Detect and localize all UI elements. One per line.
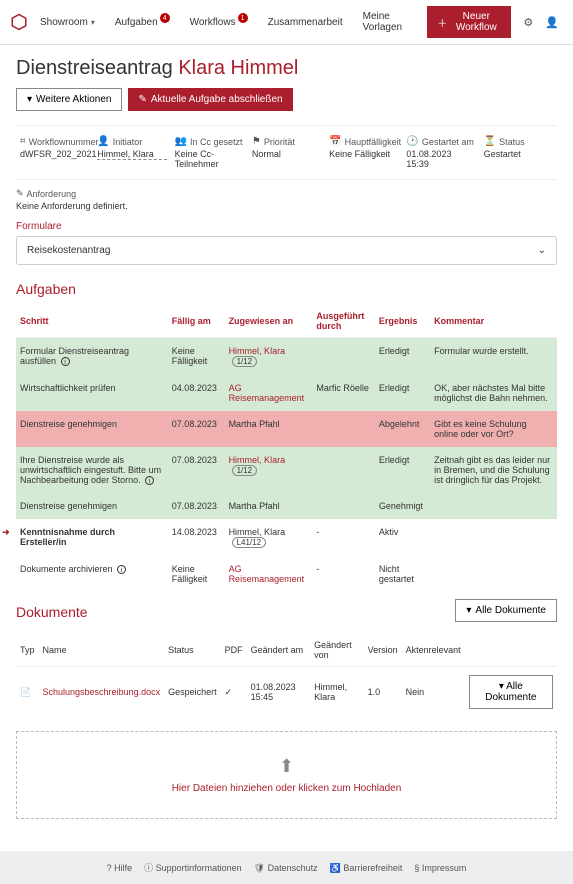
upload-dropzone[interactable]: ⬆ Hier Dateien hinziehen oder klicken zu… [16,731,557,819]
task-row[interactable]: Dienstreise genehmigen07.08.2023Martha P… [16,411,557,447]
task-row[interactable]: Dienstreise genehmigen07.08.2023Martha P… [16,493,557,519]
chevron-down-icon: ⌄ [538,245,546,256]
docs-table: TypNameStatusPDFGeändert amGeändert vonV… [16,634,557,717]
chevron-down-icon: ▾ [91,18,95,27]
badge-workflows: 1 [238,13,248,23]
info-icon: i [117,565,126,574]
user-icon[interactable]: 👤 [541,12,563,33]
nav-vorlagen[interactable]: Meine Vorlagen [355,7,424,37]
info-icon: i [61,357,70,366]
footer-link[interactable]: § Impressum [414,863,466,873]
footer-link[interactable]: ? Hilfe [107,863,133,873]
plus-icon: ＋ [437,15,447,30]
formulare-link[interactable]: Formulare [16,221,557,232]
workflow-meta: ⌗ WorkflownummerdWFSR_202_2021👤 Initiato… [16,125,557,180]
all-documents-button[interactable]: ▾ Alle Dokumente [455,599,557,622]
new-workflow-button[interactable]: ＋Neuer Workflow [427,6,511,38]
active-arrow-icon: ➜ [2,527,10,538]
formulare-box[interactable]: Reisekostenantrag ⌄ [16,236,557,265]
aufgaben-heading: Aufgaben [16,281,557,297]
task-row[interactable]: Ihre Dienstreise wurde als unwirtschaftl… [16,447,557,493]
task-row[interactable]: Wirtschaftlichkeit prüfen04.08.2023AG Re… [16,375,557,411]
dokumente-heading: Dokumente [16,604,88,620]
nav-showroom[interactable]: Showroom▾ [32,13,103,32]
nav-aufgaben[interactable]: Aufgaben4 [107,13,178,32]
more-actions-button[interactable]: ▾ Weitere Aktionen [16,88,122,111]
anforderung-value: Keine Anforderung definiert. [16,201,557,211]
settings-icon[interactable]: ⚙ [519,12,537,33]
badge-aufgaben: 4 [160,13,170,23]
task-row[interactable]: Dokumente archivieren iKeine FälligkeitA… [16,556,557,592]
nav-zusammenarbeit[interactable]: Zusammenarbeit [260,13,351,32]
footer-link[interactable]: ♿ Barrierefreiheit [330,863,403,873]
task-row[interactable]: Formular Dienstreiseantrag ausfüllen iKe… [16,338,557,376]
doc-actions-button[interactable]: ▾ Alle Dokumente [469,675,553,709]
complete-task-button[interactable]: ✎ Aktuelle Aufgabe abschließen [128,88,292,111]
footer: ? Hilfe ⓘ Supportinformationen 🛡 Datenschu… [0,851,573,884]
task-row[interactable]: ➜Kenntnisnahme durch Ersteller/in14.08.2… [16,519,557,556]
info-icon: i [145,476,154,485]
logo-icon [10,13,28,31]
footer-link[interactable]: ⓘ Supportinformationen [144,863,242,873]
footer-link[interactable]: 🛡 Datenschutz [254,863,318,873]
upload-icon: ⬆ [41,756,532,777]
tasks-table: SchrittFällig amZugewiesen anAusgeführt … [16,305,557,592]
page-title: Dienstreiseantrag Klara Himmel [16,57,557,80]
nav-workflows[interactable]: Workflows1 [182,13,256,32]
doc-row[interactable]: 📄Schulungsbeschreibung.docxGespeichert✓0… [16,667,557,718]
doc-type-icon: 📄 [20,687,31,697]
anforderung-label: ✎ Anforderung [16,188,557,199]
